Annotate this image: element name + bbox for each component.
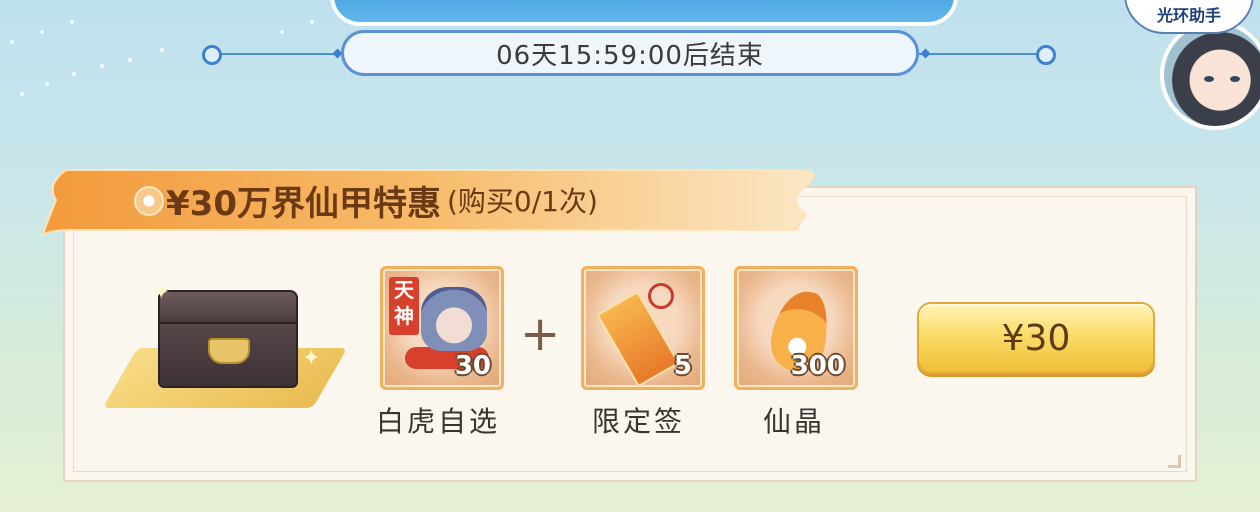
offer-title: ¥30万界仙甲特惠 (购买0/1次): [166, 178, 598, 224]
reward-item-crystal[interactable]: 300: [734, 266, 860, 392]
hero-selector-icon: [421, 287, 487, 351]
helper-avatar[interactable]: [1160, 20, 1260, 130]
talisman-knot: [648, 283, 674, 309]
item-label: 限定签: [592, 405, 686, 438]
ribbon-coin-icon: [134, 186, 164, 216]
offer-title-text: ¥30万界仙甲特惠: [166, 183, 441, 224]
timeline-ring-right: [1036, 45, 1056, 65]
offer-title-ribbon: ¥30万界仙甲特惠 (购买0/1次): [36, 164, 826, 236]
treasure-chest-icon: ✦ ✦: [96, 276, 348, 426]
item-quantity: 30: [454, 351, 491, 381]
reward-item-talisman[interactable]: 5: [581, 266, 707, 392]
avatar-eye-right: [1230, 76, 1240, 82]
purchase-limit: (购买0/1次): [446, 185, 598, 218]
reward-card: 300: [734, 266, 858, 390]
chest-lid: [158, 290, 298, 324]
sparkle-icon: ✦: [152, 280, 171, 305]
god-tag: 天神: [389, 277, 419, 335]
item-quantity: 5: [673, 351, 692, 381]
corner-ornament-icon: [1168, 455, 1181, 468]
timeline-diamond-right: [920, 48, 931, 59]
countdown-timer: 06天15:59:00后结束: [341, 30, 919, 76]
item-quantity: 300: [790, 351, 845, 381]
buy-button[interactable]: ¥30: [917, 302, 1155, 374]
event-title-banner: [330, 0, 958, 26]
reward-card: 5: [581, 266, 705, 390]
buy-button-price: ¥30: [1001, 317, 1071, 359]
helper-badge-label: 光环助手: [1156, 6, 1221, 25]
sparkle-icon: ✦: [302, 346, 321, 371]
timeline-ring-left: [202, 45, 222, 65]
reward-item-hero[interactable]: 天神 30: [380, 266, 506, 392]
avatar-eye-left: [1204, 76, 1214, 82]
reward-card: 天神 30: [380, 266, 504, 390]
plus-icon: +: [520, 306, 561, 362]
item-label: 仙晶: [763, 405, 826, 438]
item-label: 白虎自选: [376, 405, 501, 438]
chest-clasp: [208, 338, 250, 364]
